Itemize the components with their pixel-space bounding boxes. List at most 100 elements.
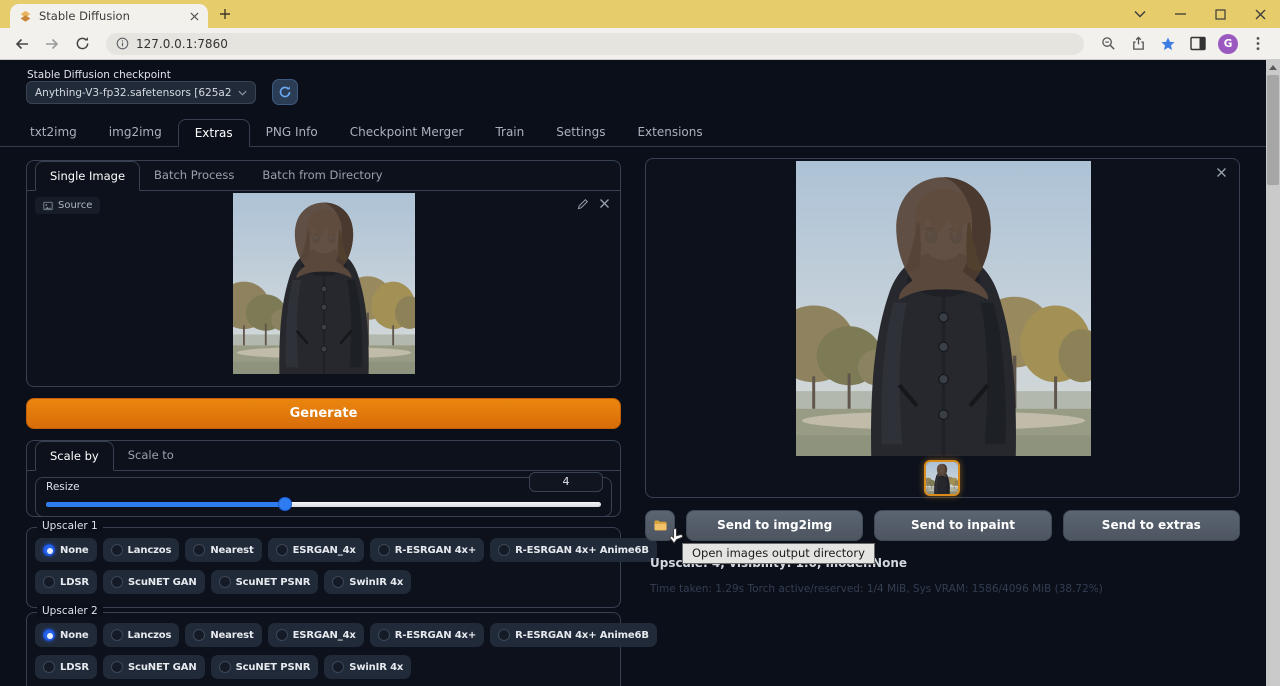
upscaler-option[interactable]: ScuNET GAN [103,570,205,594]
radio-icon [43,661,55,673]
browser-toolbar: 127.0.0.1:7860 G [0,28,1280,60]
close-gallery-icon[interactable] [1216,167,1227,178]
radio-icon [219,576,231,588]
upscaler-option[interactable]: None [35,538,97,562]
radio-icon [332,661,344,673]
radio-icon [193,544,205,556]
upscaler-option[interactable]: R-ESRGAN 4x+ Anime6B [490,538,657,562]
send-to-extras-button[interactable]: Send to extras [1063,510,1240,541]
performance-info: Time taken: 1.29s Torch active/reserved:… [650,583,1103,595]
send-to-inpaint-button[interactable]: Send to inpaint [874,510,1051,541]
address-bar[interactable]: 127.0.0.1:7860 [106,33,1084,55]
upscaler1-group: Upscaler 1 None Lanczos Nearest ESRGAN_4… [26,527,621,608]
tab-settings[interactable]: Settings [540,119,621,147]
tab-extras[interactable]: Extras [178,119,250,147]
upscaler-option[interactable]: R-ESRGAN 4x+ Anime6B [490,623,657,647]
tab-batch-process[interactable]: Batch Process [140,161,248,190]
upscaler-option[interactable]: R-ESRGAN 4x+ [370,538,484,562]
upscaler-option[interactable]: Nearest [185,623,261,647]
stable-diffusion-webui: Stable Diffusion checkpoint Anything-V3-… [0,60,1266,686]
upscaler-option[interactable]: SwinIR 4x [324,655,411,679]
checkpoint-value: Anything-V3-fp32.safetensors [625a2ba2] [35,87,232,99]
resize-slider[interactable] [46,502,601,507]
source-label: Source [58,200,92,211]
profile-avatar[interactable]: G [1216,32,1240,56]
back-button[interactable] [10,32,34,56]
tab-single-image[interactable]: Single Image [35,161,140,191]
scrollbar-thumb[interactable] [1267,75,1279,185]
tab-close-icon[interactable] [190,12,199,21]
upscaler-option[interactable]: None [35,623,97,647]
edit-image-icon[interactable] [577,198,589,210]
reload-button[interactable] [70,32,94,56]
upscaler-option[interactable]: ESRGAN_4x [268,538,364,562]
tooltip: Open images output directory [682,543,875,564]
radio-icon [43,576,55,588]
tab-search-chevron-icon[interactable] [1120,0,1160,28]
window-close-button[interactable] [1240,0,1280,28]
page-scrollbar[interactable] [1266,60,1280,686]
avatar-letter: G [1218,34,1238,54]
result-actions: Send to img2img Send to inpaint Send to … [645,505,1240,665]
send-to-img2img-button[interactable]: Send to img2img [686,510,863,541]
radio-icon [219,661,231,673]
radio-icon [193,629,205,641]
browser-tab[interactable]: Stable Diffusion [10,4,208,28]
clear-image-icon[interactable] [599,198,610,210]
upscaler-option[interactable]: LDSR [35,570,97,594]
upscaler-option[interactable]: R-ESRGAN 4x+ [370,623,484,647]
radio-icon [43,544,55,556]
tab-batch-from-directory[interactable]: Batch from Directory [248,161,396,190]
browser-menu-kebab-icon[interactable] [1246,32,1270,56]
mouse-cursor-hand-icon [666,526,685,546]
main-tab-bar: txt2img img2img Extras PNG Info Checkpoi… [0,119,1266,147]
result-gallery [645,158,1240,498]
radio-icon [276,544,288,556]
chevron-down-icon [238,90,247,96]
zoom-icon[interactable] [1096,32,1120,56]
share-icon[interactable] [1126,32,1150,56]
new-tab-button[interactable] [216,5,234,23]
resize-control: Resize 4 [35,477,612,517]
tab-txt2img[interactable]: txt2img [14,119,93,147]
result-thumbnail[interactable] [924,460,960,496]
upscaler2-group: Upscaler 2 None Lanczos Nearest ESRGAN_4… [26,612,621,686]
radio-icon [111,661,123,673]
resize-slider-thumb[interactable] [278,497,292,511]
tab-extensions[interactable]: Extensions [621,119,718,147]
tab-scale-to[interactable]: Scale to [114,441,188,470]
tab-scale-by[interactable]: Scale by [35,441,114,471]
bookmark-star-icon[interactable] [1156,32,1180,56]
source-image-panel: Single Image Batch Process Batch from Di… [26,160,621,387]
upscaler-option[interactable]: LDSR [35,655,97,679]
upscaler-option[interactable]: SwinIR 4x [324,570,411,594]
upscaler-option[interactable]: Lanczos [103,623,180,647]
window-maximize-button[interactable] [1200,0,1240,28]
upscaler-option[interactable]: ScuNET GAN [103,655,205,679]
tab-png-info[interactable]: PNG Info [250,119,334,147]
tab-train[interactable]: Train [479,119,540,147]
upscaler-option[interactable]: ScuNET PSNR [211,570,319,594]
checkpoint-dropdown[interactable]: Anything-V3-fp32.safetensors [625a2ba2] [26,81,256,104]
upscaler-option[interactable]: Nearest [185,538,261,562]
site-info-icon[interactable] [116,37,129,50]
generate-button[interactable]: Generate [26,398,621,429]
tab-img2img[interactable]: img2img [93,119,178,147]
upscaler-option[interactable]: ScuNET PSNR [211,655,319,679]
side-panel-icon[interactable] [1186,32,1210,56]
upscaler-option[interactable]: ESRGAN_4x [268,623,364,647]
resize-number-input[interactable]: 4 [529,472,603,492]
radio-icon [498,544,510,556]
window-minimize-button[interactable] [1160,0,1200,28]
upscaler1-legend: Upscaler 1 [37,520,103,532]
refresh-checkpoints-button[interactable] [272,79,298,105]
scrollbar-up-arrow[interactable] [1266,60,1280,75]
result-image[interactable] [796,161,1091,456]
forward-button[interactable] [40,32,64,56]
tab-checkpoint-merger[interactable]: Checkpoint Merger [334,119,480,147]
upscaler-option[interactable]: Lanczos [103,538,180,562]
source-image-dropzone[interactable]: Source [27,191,620,386]
source-chip: Source [35,197,100,214]
checkpoint-label: Stable Diffusion checkpoint [27,69,171,81]
source-image[interactable] [233,193,415,374]
